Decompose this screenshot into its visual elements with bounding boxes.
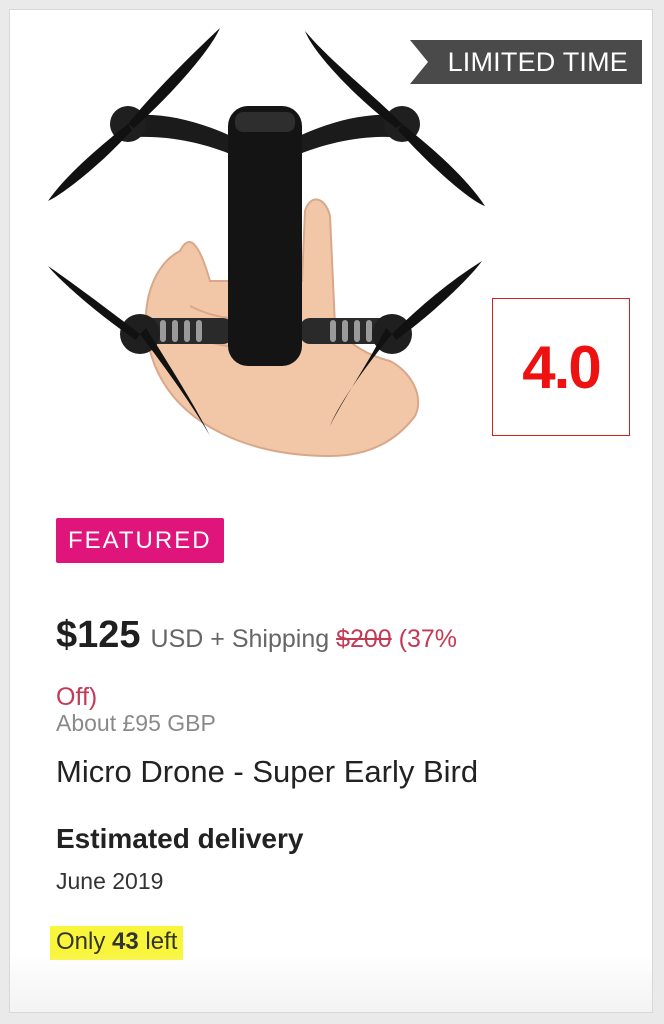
delivery-date: June 2019: [56, 868, 164, 894]
propeller-lower-left-a: [48, 266, 140, 340]
ribbon-label: LIMITED TIME: [447, 47, 628, 77]
stock-prefix: Only: [56, 928, 106, 955]
propeller-upper-left-b: [128, 28, 220, 128]
stock-suffix: left: [145, 928, 178, 955]
delivery-label: Estimated delivery: [56, 823, 304, 854]
converted-price: About £95 GBP: [56, 710, 216, 736]
rating-value: 4.0: [522, 333, 601, 401]
limited-time-ribbon: LIMITED TIME: [410, 40, 642, 84]
discount-off: Off): [56, 683, 98, 711]
discount-percent: (37%: [391, 625, 458, 653]
propeller-upper-left-a: [48, 124, 132, 201]
price-amount: $125: [56, 614, 141, 656]
featured-label: FEATURED: [68, 527, 212, 554]
drone-body: [228, 106, 302, 366]
propeller-upper-right-b: [398, 124, 485, 206]
original-price: $200: [336, 625, 392, 653]
product-title[interactable]: Micro Drone - Super Early Bird: [56, 754, 478, 790]
product-card[interactable]: LIMITED TIME 4.0 FEATURED $125 USD + Ship…: [9, 9, 653, 1013]
price-currency-shipping: USD + Shipping: [150, 625, 330, 653]
propeller-lower-right-a: [392, 261, 482, 340]
price-line: $125 USD + Shipping $200 (37% Off): [56, 606, 616, 726]
card-bottom-shade: [10, 952, 652, 1012]
propeller-upper-right-a: [305, 31, 402, 128]
featured-badge: FEATURED: [56, 518, 224, 563]
rating-box: 4.0: [492, 298, 630, 436]
stock-count: 43: [112, 928, 139, 955]
product-image-area[interactable]: LIMITED TIME 4.0: [10, 10, 652, 480]
